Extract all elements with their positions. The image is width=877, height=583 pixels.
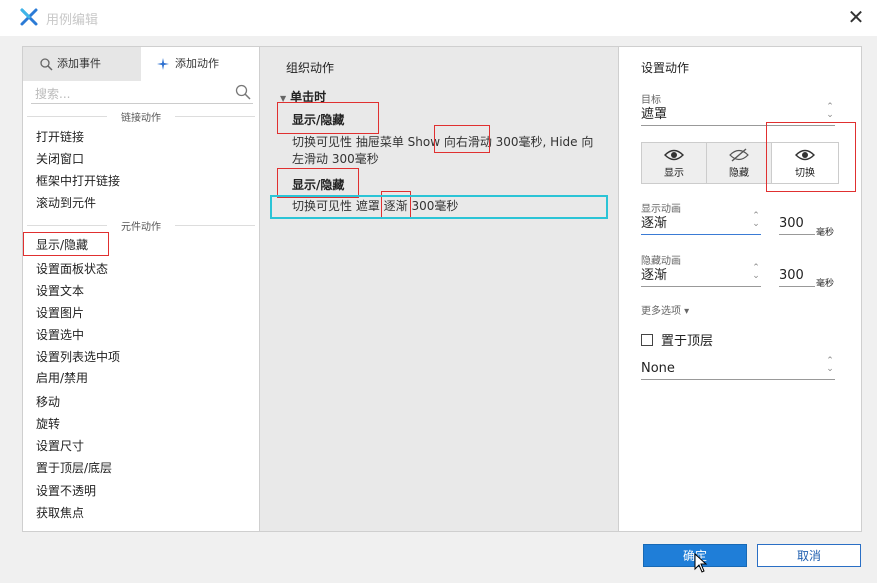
action-bring-front-back[interactable]: 置于顶层/底层: [36, 457, 112, 479]
organize-actions-pane: 组织动作 ▼ 单击时 显示/隐藏 切换可见性 抽屉菜单 Show 向右滑动 300…: [260, 47, 619, 531]
target-value: 遮罩: [641, 107, 668, 122]
window-title: 用例编辑: [46, 13, 99, 28]
configure-action-pane: 设置动作 目标 遮罩 ⌃ ⌄ 显示 隐藏 切换 显示动画 逐渐 ⌃ ⌄ 300 …: [619, 47, 861, 531]
annotation-box: [277, 102, 379, 134]
search-input[interactable]: 搜索...: [31, 83, 253, 104]
axure-logo-icon: [20, 8, 38, 26]
action-close-window[interactable]: 关闭窗口: [36, 148, 84, 170]
annotation-box: [766, 122, 856, 192]
action-move[interactable]: 移动: [36, 391, 60, 413]
spinner-arrows-icon: ⌃ ⌄: [826, 356, 834, 374]
event-icon: [40, 58, 53, 71]
action-open-in-frame[interactable]: 框架中打开链接: [36, 170, 120, 192]
hide-animation-value: 逐渐: [641, 268, 668, 283]
action-set-opacity[interactable]: 设置不透明: [36, 480, 96, 502]
cancel-button[interactable]: 取消: [757, 544, 861, 567]
eye-icon: [664, 149, 684, 161]
action-set-selected[interactable]: 设置选中: [36, 324, 84, 346]
more-options-toggle[interactable]: 更多选项 ▾: [641, 302, 689, 317]
hide-animation-label: 隐藏动画: [641, 256, 681, 267]
spinner-arrows-icon: ⌃ ⌄: [752, 263, 760, 281]
search-placeholder: 搜索...: [35, 87, 71, 101]
action-scroll-to-widget[interactable]: 滚动到元件: [36, 192, 96, 214]
organize-actions-title: 组织动作: [286, 61, 335, 75]
action-set-size[interactable]: 设置尺寸: [36, 435, 84, 457]
bring-to-front-label: 置于顶层: [661, 334, 714, 349]
hide-animation-select[interactable]: 逐渐 ⌃ ⌄: [641, 263, 761, 287]
selected-action-highlight: [270, 195, 608, 219]
action-rotate[interactable]: 旋转: [36, 413, 60, 435]
annotation-box: [277, 168, 359, 198]
configure-action-title: 设置动作: [641, 61, 690, 75]
annotation-box: [434, 125, 490, 153]
tab-add-event-label: 添加事件: [57, 57, 101, 70]
sparkle-icon: [157, 58, 169, 70]
tab-add-action[interactable]: 添加动作: [141, 47, 259, 81]
target-label: 目标: [641, 95, 661, 106]
action-focus[interactable]: 获取焦点: [36, 502, 84, 524]
spinner-arrows-icon: ⌃ ⌄: [752, 211, 760, 229]
section-widget-actions: 元件动作: [23, 218, 259, 233]
left-tabs: 添加事件 添加动作: [23, 47, 259, 81]
mouse-cursor-icon: [694, 553, 708, 573]
action-set-text[interactable]: 设置文本: [36, 280, 84, 302]
tab-add-action-label: 添加动作: [175, 57, 219, 70]
actions-library-pane: 添加事件 添加动作 搜索... 链接动作 打开链接 关闭窗口 框架中打开链接 滚…: [23, 47, 260, 531]
visibility-show-button[interactable]: 显示: [642, 143, 707, 183]
show-duration-value: 300: [779, 216, 804, 231]
show-duration-unit: 毫秒: [816, 228, 835, 238]
show-animation-label: 显示动画: [641, 204, 681, 215]
section-link-actions: 链接动作: [23, 109, 259, 124]
title-bar: 用例编辑 ✕: [0, 0, 877, 36]
show-animation-value: 逐渐: [641, 216, 668, 231]
action-enable-disable[interactable]: 启用/禁用: [36, 367, 88, 389]
layer-option-value: None: [641, 361, 675, 376]
visibility-show-label: 显示: [664, 168, 684, 179]
action-set-panel-state[interactable]: 设置面板状态: [36, 258, 108, 280]
show-duration-input[interactable]: 300: [779, 214, 815, 235]
bring-to-front-checkbox[interactable]: 置于顶层: [641, 330, 713, 349]
action-open-link[interactable]: 打开链接: [36, 126, 84, 148]
case-editor-dialog: 添加事件 添加动作 搜索... 链接动作 打开链接 关闭窗口 框架中打开链接 滚…: [22, 46, 862, 532]
visibility-hide-button[interactable]: 隐藏: [707, 143, 772, 183]
eye-off-icon: [729, 148, 749, 162]
spinner-arrows-icon: ⌃ ⌄: [826, 102, 834, 120]
annotation-box: [23, 232, 109, 256]
layer-option-select[interactable]: None ⌃ ⌄: [641, 356, 835, 380]
hide-duration-value: 300: [779, 268, 804, 283]
hide-duration-input[interactable]: 300: [779, 266, 815, 287]
close-icon[interactable]: ✕: [845, 6, 867, 28]
visibility-hide-label: 隐藏: [729, 168, 749, 179]
show-animation-select[interactable]: 逐渐 ⌃ ⌄: [641, 211, 761, 235]
tab-add-event[interactable]: 添加事件: [23, 47, 141, 81]
checkbox-icon: [641, 334, 653, 346]
action-set-list-selected[interactable]: 设置列表选中项: [36, 346, 120, 368]
action-set-image[interactable]: 设置图片: [36, 302, 84, 324]
search-icon: [235, 84, 251, 100]
hide-duration-unit: 毫秒: [816, 279, 835, 289]
